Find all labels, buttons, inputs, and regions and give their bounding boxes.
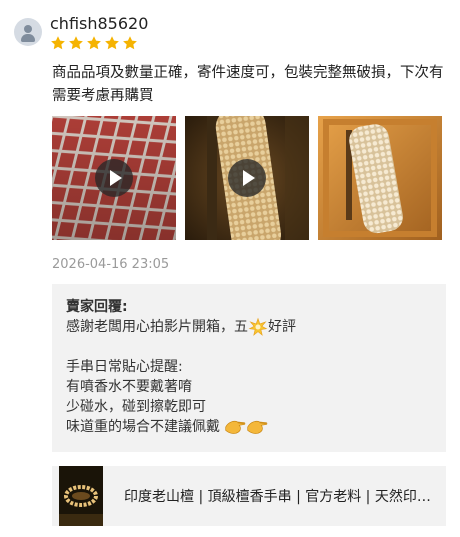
review-video-2[interactable] [185,116,309,240]
review-timestamp: 2026-04-16 23:05 [52,257,170,272]
reviewer-username: chfish85620 [50,14,149,33]
play-icon[interactable] [228,159,266,197]
seller-reply-line: 感謝老闆用心拍影片開箱，五 好評 [66,317,296,337]
seller-reply-text: 好評 [268,319,296,335]
avatar[interactable] [14,18,42,46]
rating-stars [50,35,138,53]
tip-item: 有噴香水不要戴著唷 [66,379,192,395]
sparkle-star-emoji-icon [248,317,268,336]
play-icon[interactable] [95,159,133,197]
product-thumbnail [59,466,103,526]
star-icon [123,36,137,50]
review-photo-3[interactable] [318,116,442,240]
review-video-1[interactable] [52,116,176,240]
star-icon [105,36,119,50]
tip-item: 少碰水，碰到擦乾即可 [66,399,206,415]
product-card[interactable]: 印度老山檀 | 頂級檀香手串 | 官方老料 | 天然印度老山檀香手串 [52,466,446,526]
seller-reply-text: 感謝老闆用心拍影片開箱，五 [66,319,248,335]
star-icon [87,36,101,50]
tip-line: 味道重的場合不建議佩戴 [66,417,296,437]
avatar-body-shape [21,34,35,42]
seller-reply-title: 賣家回覆: [66,299,128,315]
review-text: 商品品項及數量正確，寄件速度可，包裝完整無破損，下次有需要考慮再購買 [52,65,444,104]
pointing-hand-emoji-icon [247,420,268,434]
review-media-row [52,116,442,240]
pointing-hand-emoji-icon [225,420,246,434]
photo-thumbnail-box [318,116,442,240]
seller-reply-box: 賣家回覆: 感謝老闆用心拍影片開箱，五 好評 手串日常貼心提醒: 有噴香水不要戴著… [52,284,446,452]
product-name[interactable]: 印度老山檀 | 頂級檀香手串 | 官方老料 | 天然印度老山檀香手串 [124,486,436,506]
star-icon [51,36,65,50]
tip-title: 手串日常貼心提醒: [66,359,183,375]
star-icon [69,36,83,50]
avatar-head-shape [24,25,32,33]
tip-item: 味道重的場合不建議佩戴 [66,419,220,435]
